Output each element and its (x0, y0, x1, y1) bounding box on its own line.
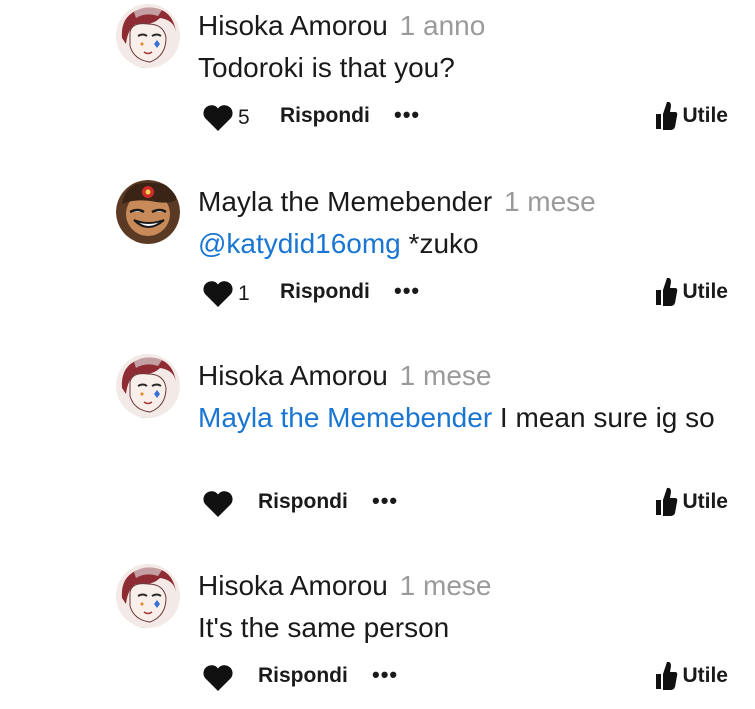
comment-body: It's the same person (198, 612, 450, 643)
timestamp: 1 mese (399, 360, 492, 391)
comment-actions: 1 Rispondi ••• Utile (198, 274, 728, 314)
useful-label: Utile (682, 490, 728, 513)
author-name[interactable]: Hisoka Amorou (198, 360, 388, 391)
timestamp: 1 mese (399, 570, 492, 601)
comment-body: Todoroki is that you? (198, 52, 455, 83)
author-name[interactable]: Hisoka Amorou (198, 570, 388, 601)
useful-button[interactable]: Utile (654, 276, 728, 308)
reply-button[interactable]: Rispondi (280, 104, 370, 128)
like-count: 1 (238, 282, 250, 305)
comment-text: Todoroki is that you? (198, 50, 733, 86)
comment-header: Hisoka Amorou 1 mese (198, 570, 491, 602)
heart-icon (203, 281, 233, 307)
useful-button[interactable]: Utile (654, 100, 728, 132)
heart-icon (203, 105, 233, 131)
heart-icon (203, 491, 233, 517)
avatar[interactable] (116, 564, 180, 628)
mention-link[interactable]: @katydid16omg (198, 228, 401, 259)
comment-text: @katydid16omg *zuko (198, 226, 733, 262)
thumbs-up-icon (656, 277, 678, 306)
like-button[interactable] (202, 488, 238, 520)
like-count: 5 (238, 106, 250, 129)
avatar[interactable] (116, 180, 180, 244)
more-options-button[interactable]: ••• (372, 664, 398, 686)
more-options-button[interactable]: ••• (372, 490, 398, 512)
like-button[interactable]: 1 (202, 278, 250, 310)
avatar[interactable] (116, 4, 180, 68)
reply-button[interactable]: Rispondi (258, 490, 348, 514)
like-button[interactable]: 5 (202, 102, 250, 134)
useful-label: Utile (682, 664, 728, 687)
thumbs-up-icon (656, 487, 678, 516)
useful-button[interactable]: Utile (654, 660, 728, 692)
reply-button[interactable]: Rispondi (258, 664, 348, 688)
thumbs-up-icon (656, 101, 678, 130)
heart-icon (203, 665, 233, 691)
more-options-button[interactable]: ••• (394, 104, 420, 126)
useful-label: Utile (682, 280, 728, 303)
comment-header: Hisoka Amorou 1 anno (198, 10, 485, 42)
comment-actions: 5 Rispondi ••• Utile (198, 98, 728, 138)
comment-text: Mayla the Memebender I mean sure ig so (198, 400, 733, 436)
mention-link[interactable]: Mayla the Memebender (198, 402, 492, 433)
useful-button[interactable]: Utile (654, 486, 728, 518)
more-options-button[interactable]: ••• (394, 280, 420, 302)
comment-header: Mayla the Memebender 1 mese (198, 186, 596, 218)
author-name[interactable]: Hisoka Amorou (198, 10, 388, 41)
useful-label: Utile (682, 104, 728, 127)
avatar[interactable] (116, 354, 180, 418)
comment-header: Hisoka Amorou 1 mese (198, 360, 491, 392)
like-button[interactable] (202, 662, 238, 694)
author-name[interactable]: Mayla the Memebender (198, 186, 492, 217)
comment-text: It's the same person (198, 610, 733, 646)
timestamp: 1 mese (503, 186, 596, 217)
comment-actions: Rispondi ••• Utile (198, 658, 728, 698)
timestamp: 1 anno (399, 10, 486, 41)
comment-body: I mean sure ig so (492, 402, 715, 433)
comment-body: *zuko (400, 228, 479, 259)
reply-button[interactable]: Rispondi (280, 280, 370, 304)
thumbs-up-icon (656, 661, 678, 690)
comment-actions: Rispondi ••• Utile (198, 484, 728, 524)
